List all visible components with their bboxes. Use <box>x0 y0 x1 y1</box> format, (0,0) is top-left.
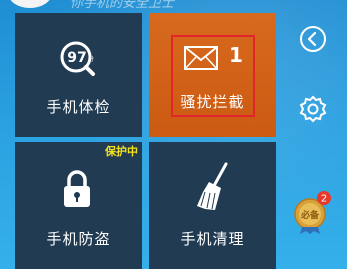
badge-text: 必备 <box>300 209 320 221</box>
gear-icon <box>299 95 327 123</box>
lock-icon <box>64 170 90 207</box>
health-score: 97 <box>67 50 87 66</box>
blocked-count: 1 <box>229 43 243 67</box>
avatar[interactable] <box>8 0 52 8</box>
health-score-unit: 分 <box>88 56 95 63</box>
back-button[interactable] <box>299 25 327 53</box>
protection-status-badge: 保护中 <box>105 145 138 158</box>
settings-button[interactable] <box>298 94 328 124</box>
header-title: 你手机的安全卫士 <box>70 0 175 11</box>
badge-count: 2 <box>321 194 327 205</box>
anti-theft-tile[interactable]: 保护中 手机防盗 <box>15 142 142 269</box>
medal-icon: 2 必备 <box>294 191 331 234</box>
envelope-icon <box>184 46 218 70</box>
broom-icon <box>197 162 228 210</box>
phone-clean-label: 手机清理 <box>180 230 245 248</box>
must-have-badge-button[interactable]: 2 必备 <box>292 190 336 234</box>
chevron-left-icon <box>300 26 326 52</box>
harassment-block-label: 骚扰拦截 <box>180 93 245 111</box>
anti-theft-label: 手机防盗 <box>46 230 111 248</box>
app-header: 你手机的安全卫士 <box>0 0 347 11</box>
phone-check-label: 手机体检 <box>46 98 111 116</box>
harassment-block-tile[interactable]: 1 骚扰拦截 <box>149 13 276 137</box>
phone-clean-tile[interactable]: 手机清理 <box>149 142 276 269</box>
phone-check-tile[interactable]: 97 分 手机体检 <box>15 13 142 137</box>
